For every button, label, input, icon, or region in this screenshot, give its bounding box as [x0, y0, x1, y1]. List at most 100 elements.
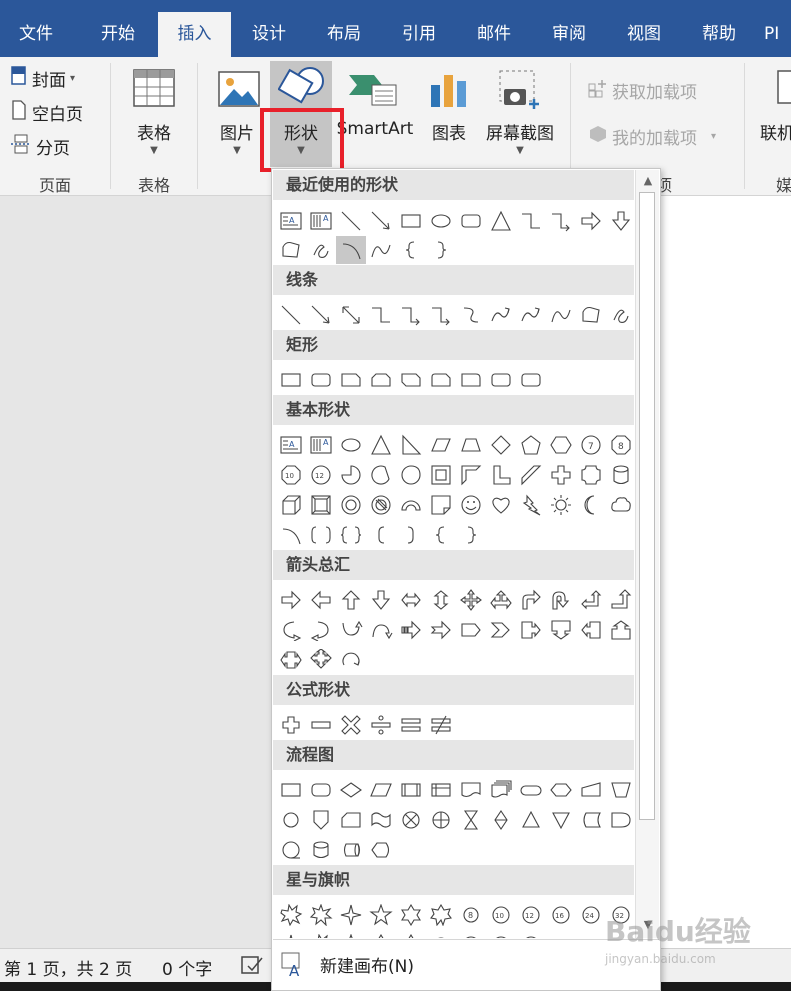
shape-bentarrow-icon[interactable]	[516, 586, 546, 614]
smartart-button[interactable]: SmartArt	[334, 61, 416, 167]
shape-blockarc-icon[interactable]	[396, 491, 426, 519]
shape-chevron-icon[interactable]	[486, 616, 516, 644]
shape-scribble-icon[interactable]	[606, 301, 634, 329]
shape-uarrow-icon[interactable]	[336, 586, 366, 614]
tab-review[interactable]: 审阅	[533, 12, 605, 57]
tab-design[interactable]: 设计	[233, 12, 305, 57]
shape-lcallout-icon[interactable]	[576, 616, 606, 644]
shape-lbracket-icon[interactable]	[366, 521, 396, 549]
shape-lrup-icon[interactable]	[486, 586, 516, 614]
shape-wave-icon[interactable]	[366, 236, 396, 264]
shape-bracepair-icon[interactable]	[336, 521, 366, 549]
shape-lrarrow-icon[interactable]	[396, 586, 426, 614]
shape-orshape-icon[interactable]	[426, 806, 456, 834]
shape-arrowline-icon[interactable]	[306, 301, 336, 329]
shape-wave-icon[interactable]	[546, 301, 576, 329]
shape-quadcallout-icon[interactable]	[306, 646, 336, 674]
blank-page-button[interactable]: 空白页	[10, 99, 83, 125]
shape-explosion1-icon[interactable]	[276, 901, 306, 929]
shape-larrow-icon[interactable]	[306, 586, 336, 614]
shape-line-icon[interactable]	[336, 207, 366, 235]
shape-heptagon-icon[interactable]: 7	[576, 431, 606, 459]
gallery-scrollbar[interactable]: ▲ ▼	[635, 170, 659, 938]
shape-arrowline-icon[interactable]	[366, 207, 396, 235]
screenshot-button[interactable]: 屏幕截图 ▼	[480, 61, 560, 167]
shape-curvedconn-icon[interactable]	[456, 301, 486, 329]
shape-star7-icon[interactable]	[396, 931, 426, 938]
shape-trapezoid-icon[interactable]	[456, 431, 486, 459]
page-break-button[interactable]: 分页	[10, 133, 70, 159]
shape-star6-icon[interactable]	[366, 931, 396, 938]
shape-curvedarrow-icon[interactable]	[486, 301, 516, 329]
shape-curvedarrow-icon[interactable]	[516, 301, 546, 329]
shape-merge-icon[interactable]	[546, 806, 576, 834]
shape-freeform-icon[interactable]	[276, 236, 306, 264]
shape-diamond-icon[interactable]	[486, 431, 516, 459]
shape-lshape-icon[interactable]	[486, 461, 516, 489]
shape-mminus-icon[interactable]	[306, 711, 336, 739]
shape-mneq-icon[interactable]	[426, 711, 456, 739]
shape-cube-icon[interactable]	[276, 491, 306, 519]
shape-triangle-icon[interactable]	[486, 207, 516, 235]
shape-snip2-icon[interactable]	[366, 366, 396, 394]
shape-freeform-icon[interactable]	[576, 301, 606, 329]
shape-foldedcorner-icon[interactable]	[426, 491, 456, 519]
shape-snip1-icon[interactable]	[336, 366, 366, 394]
chart-button[interactable]: 图表	[420, 61, 478, 167]
shape-curvedup-icon[interactable]	[336, 616, 366, 644]
shape-card-icon[interactable]	[336, 806, 366, 834]
shape-roundrect-icon[interactable]	[486, 366, 516, 394]
shape-octagon-icon[interactable]: 8	[606, 431, 634, 459]
shape-elbowarrow-icon[interactable]	[546, 207, 576, 235]
shape-star5-icon[interactable]	[336, 931, 366, 938]
picture-button[interactable]: 图片 ▼	[206, 61, 268, 167]
shape-elbow-icon[interactable]	[366, 301, 396, 329]
shape-extract-icon[interactable]	[516, 806, 546, 834]
shape-mequal-icon[interactable]	[396, 711, 426, 739]
shape-ellipse-icon[interactable]	[426, 207, 456, 235]
shape-arc-icon[interactable]	[336, 236, 366, 264]
shape-sniprnd-icon[interactable]	[426, 366, 456, 394]
shape-sun-icon[interactable]	[546, 491, 576, 519]
shape-cloud-icon[interactable]	[606, 491, 634, 519]
shape-plaque-icon[interactable]	[576, 461, 606, 489]
tab-insert[interactable]: 插入	[158, 12, 231, 57]
shape-star16-icon[interactable]: 16	[516, 931, 546, 938]
shape-line-icon[interactable]	[276, 301, 306, 329]
shape-explosion1-icon[interactable]	[306, 931, 336, 938]
tab-view[interactable]: 视图	[608, 12, 680, 57]
shape-punchtape-icon[interactable]	[366, 806, 396, 834]
shape-rcallout-icon[interactable]	[516, 616, 546, 644]
shape-explosion2-icon[interactable]	[306, 901, 336, 929]
shape-process-icon[interactable]	[276, 776, 306, 804]
online-video-button[interactable]: 联机	[756, 61, 791, 167]
shape-bentup-icon[interactable]	[606, 586, 634, 614]
shape-hexagon-icon[interactable]	[546, 431, 576, 459]
document-page[interactable]	[640, 196, 791, 948]
tab-home[interactable]: 开始	[82, 12, 154, 57]
shape-rect-icon[interactable]	[396, 207, 426, 235]
shape-connector-icon[interactable]	[276, 806, 306, 834]
shape-roundrect-icon[interactable]	[306, 366, 336, 394]
shape-star12-icon[interactable]: 12	[516, 901, 546, 929]
shape-star5-icon[interactable]	[366, 901, 396, 929]
shape-star10-icon[interactable]: 10	[486, 901, 516, 929]
shape-quadarrow-icon[interactable]	[456, 586, 486, 614]
shape-teardrop-icon[interactable]	[396, 461, 426, 489]
get-addins-button[interactable]: 获取加载项	[588, 77, 697, 103]
shape-frame-icon[interactable]	[426, 461, 456, 489]
shape-dcallout-icon[interactable]	[546, 616, 576, 644]
shape-pentarrow-icon[interactable]	[456, 616, 486, 644]
shape-scribble-icon[interactable]	[306, 236, 336, 264]
shape-vtextbox-icon[interactable]: A	[306, 207, 336, 235]
shape-data-icon[interactable]	[366, 776, 396, 804]
shape-darrowdown-icon[interactable]	[606, 207, 634, 235]
shape-heart-icon[interactable]	[486, 491, 516, 519]
shape-elbowarrow-icon[interactable]	[426, 301, 456, 329]
shape-document-icon[interactable]	[456, 776, 486, 804]
shape-altprocess-icon[interactable]	[306, 776, 336, 804]
shape-ucallout-icon[interactable]	[606, 616, 634, 644]
shape-manualinput-icon[interactable]	[576, 776, 606, 804]
shape-rbrace-icon[interactable]	[426, 236, 456, 264]
shape-smiley-icon[interactable]	[456, 491, 486, 519]
